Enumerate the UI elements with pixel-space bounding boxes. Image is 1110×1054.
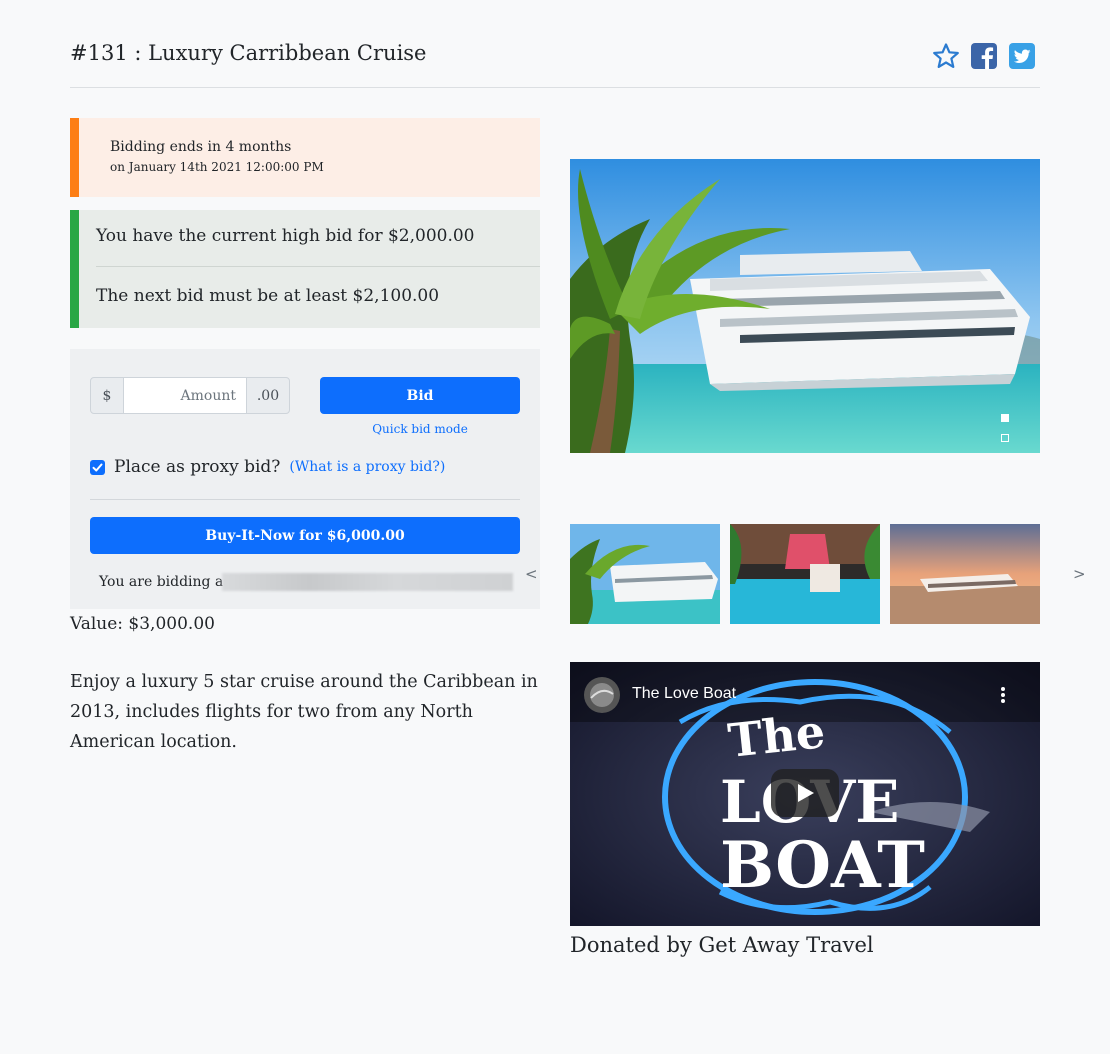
- thumbnail-cruise-ship[interactable]: [570, 524, 720, 624]
- play-icon[interactable]: [771, 769, 839, 817]
- header: #131 : Luxury Carribbean Cruise: [70, 38, 1040, 88]
- main-image-carousel[interactable]: [570, 159, 1040, 453]
- more-options-icon[interactable]: [998, 685, 1008, 705]
- bidding-ends-date: on January 14th 2021 12:00:00 PM: [110, 160, 324, 174]
- current-bid-row: You have the current high bid for $2,000…: [96, 210, 540, 267]
- currency-prefix: $: [90, 377, 124, 414]
- video-player[interactable]: The LOVE BOAT The Love Boat: [570, 662, 1040, 926]
- social-actions: [932, 42, 1036, 70]
- svg-text:BOAT: BOAT: [720, 828, 925, 903]
- thumbnail-ship-sunset[interactable]: [890, 524, 1040, 624]
- current-bid-text: You have the current high bid for $2,000…: [96, 226, 475, 246]
- proxy-bid-option: Place as proxy bid? (What is a proxy bid…: [90, 457, 445, 477]
- page-title: #131 : Luxury Carribbean Cruise: [70, 41, 427, 65]
- proxy-bid-label: Place as proxy bid?: [114, 457, 281, 477]
- buy-it-now-button[interactable]: Buy-It-Now for $6,000.00: [90, 517, 520, 554]
- item-value: Value: $3,000.00: [70, 614, 215, 634]
- proxy-bid-checkbox[interactable]: [90, 459, 105, 475]
- proxy-bid-help-link[interactable]: (What is a proxy bid?): [289, 459, 445, 475]
- next-bid-row: The next bid must be at least $2,100.00: [96, 267, 540, 327]
- bidder-name-redacted: [222, 573, 513, 591]
- bid-status-panel: You have the current high bid for $2,000…: [70, 210, 540, 328]
- bidding-as-label: You are bidding as: [99, 574, 231, 590]
- video-title: The Love Boat: [632, 685, 737, 702]
- carousel-indicator-2[interactable]: [1001, 434, 1009, 442]
- thumbnail-next-arrow[interactable]: >: [1073, 565, 1086, 583]
- thumbnail-pool-deck[interactable]: [730, 524, 880, 624]
- checkmark-icon: [92, 463, 103, 471]
- cruise-ship-image: [570, 159, 1040, 453]
- bidding-ends-alert: Bidding ends in 4 months on January 14th…: [70, 118, 540, 197]
- next-bid-text: The next bid must be at least $2,100.00: [96, 286, 440, 306]
- carousel-indicator-1[interactable]: [1001, 414, 1009, 422]
- thumbnail-strip: [570, 524, 1040, 624]
- cents-suffix: .00: [246, 377, 290, 414]
- star-outline-icon[interactable]: [932, 42, 960, 70]
- facebook-icon[interactable]: [970, 42, 998, 70]
- thumbnail-prev-arrow[interactable]: <: [525, 565, 538, 583]
- quick-bid-mode-link[interactable]: Quick bid mode: [320, 422, 520, 436]
- amount-input-group: $ .00: [90, 377, 290, 414]
- donor-text: Donated by Get Away Travel: [570, 933, 874, 957]
- bidding-ends-text: Bidding ends in 4 months: [110, 139, 292, 155]
- bid-form: $ .00 Bid Quick bid mode Place as proxy …: [70, 349, 540, 609]
- divider: [90, 499, 520, 500]
- bid-button[interactable]: Bid: [320, 377, 520, 414]
- item-description: Enjoy a luxury 5 star cruise around the …: [70, 672, 538, 752]
- twitter-icon[interactable]: [1008, 42, 1036, 70]
- svg-text:The: The: [726, 704, 828, 768]
- bid-amount-input[interactable]: [124, 377, 246, 414]
- channel-avatar-icon: [584, 677, 620, 713]
